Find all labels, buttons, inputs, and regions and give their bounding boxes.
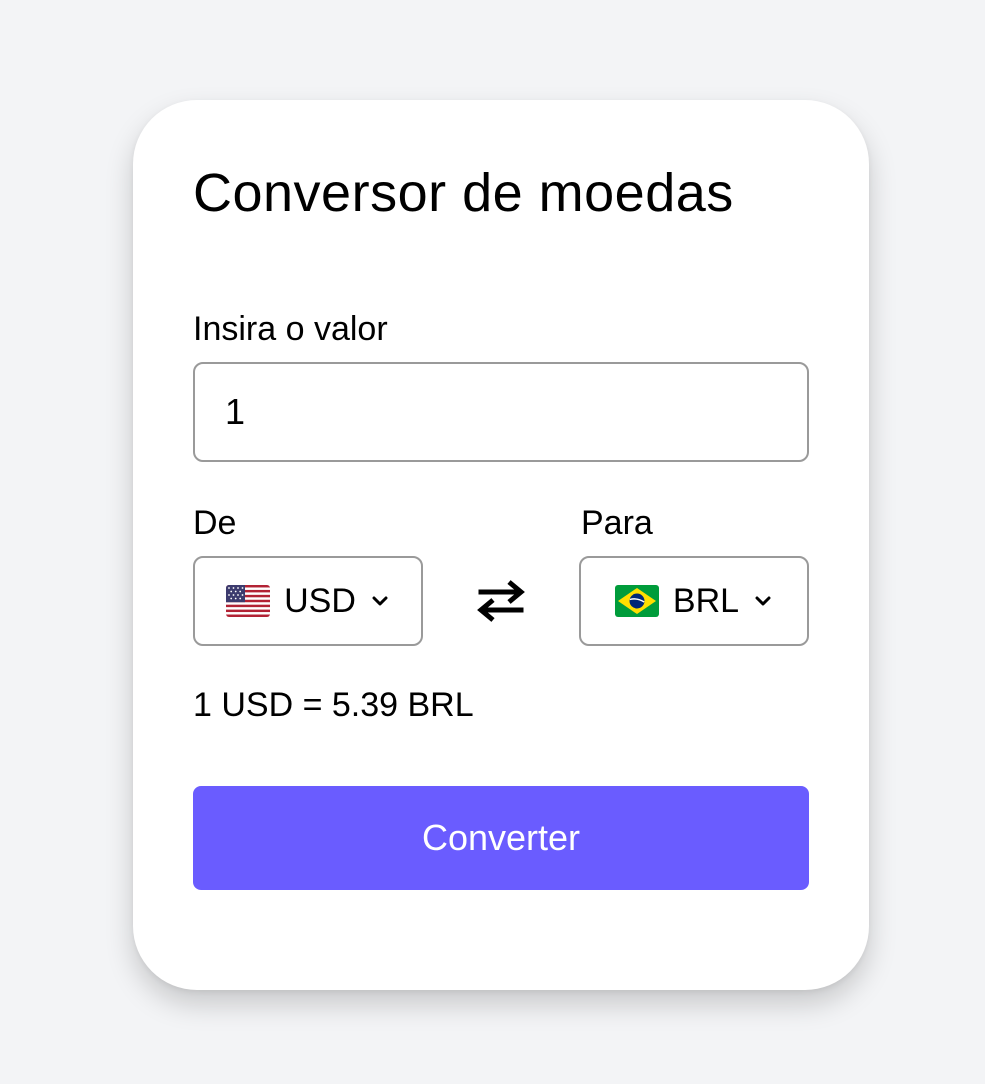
swap-arrows-icon[interactable]: [473, 578, 529, 624]
from-label: De: [193, 504, 237, 542]
from-currency-code: USD: [284, 581, 356, 620]
page-title: Conversor de moedas: [193, 163, 734, 223]
amount-input[interactable]: [193, 362, 809, 462]
us-flag-icon: [226, 585, 271, 617]
convert-button[interactable]: Converter: [193, 786, 809, 890]
brazil-flag-icon: [614, 585, 659, 617]
from-currency-select[interactable]: USD: [193, 556, 423, 646]
to-currency-code: BRL: [672, 581, 740, 620]
to-currency-select[interactable]: BRL: [579, 556, 809, 646]
chevron-down-icon: [370, 591, 390, 611]
to-label: Para: [581, 504, 653, 542]
converter-card: Conversor de moedas Insira o valor De Pa…: [133, 100, 869, 990]
chevron-down-icon: [753, 591, 773, 611]
exchange-rate-text: 1 USD = 5.39 BRL: [193, 686, 474, 724]
amount-label: Insira o valor: [193, 310, 388, 348]
